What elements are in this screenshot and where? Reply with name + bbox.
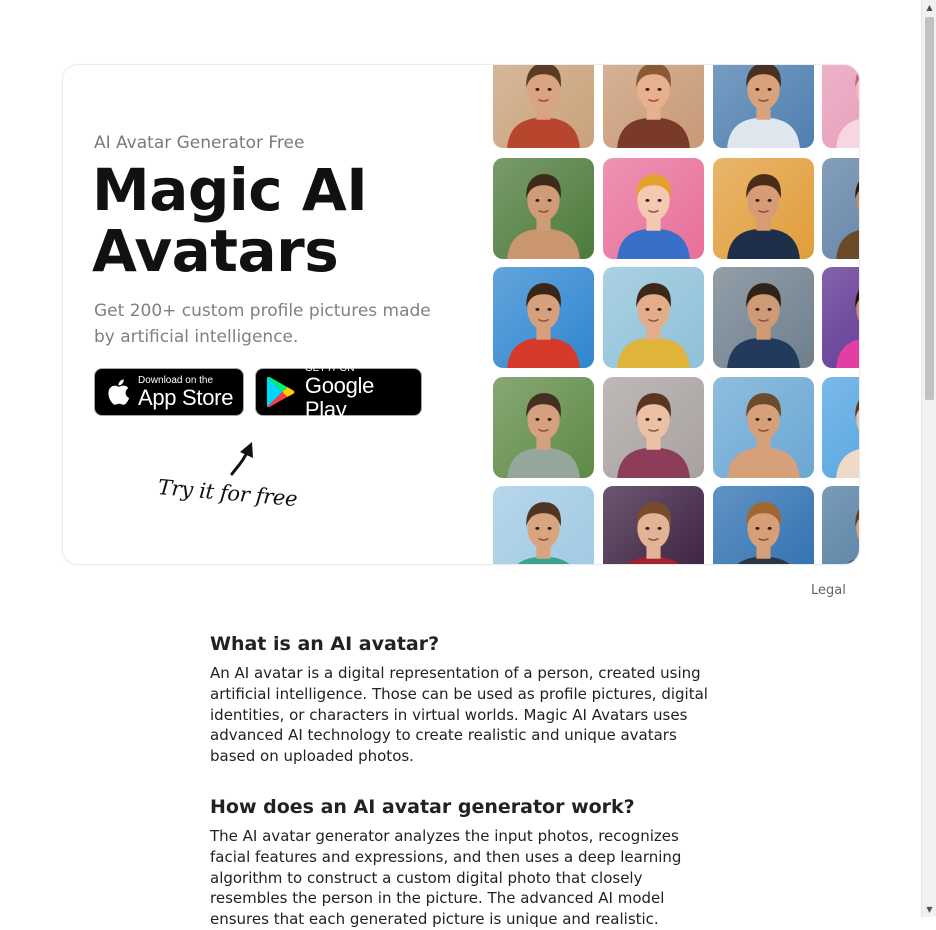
section-heading: How does an AI avatar generator work?: [210, 795, 635, 818]
section-heading: What is an AI avatar?: [210, 633, 440, 655]
avatar-image: [822, 65, 859, 148]
google-play-icon: [266, 376, 295, 408]
avatar-image: [713, 65, 814, 148]
app-store-big-label: App Store: [138, 384, 234, 410]
avatar-image: [603, 158, 704, 259]
hero-card: AI Avatar Generator Free Magic AI Avatar…: [62, 64, 860, 565]
avatar-image: [493, 267, 594, 368]
avatar-image: [493, 65, 594, 148]
scroll-down-arrow-icon[interactable]: ▼: [922, 902, 936, 917]
section-body: The AI avatar generator analyzes the inp…: [210, 826, 682, 929]
article: What is an AI avatar? An AI avatar is a …: [210, 630, 715, 930]
app-store-button[interactable]: Download on the App Store: [94, 368, 244, 416]
scroll-up-arrow-icon[interactable]: ▲: [922, 0, 936, 15]
hero-subheadline: Get 200+ custom profile pictures made by…: [94, 301, 431, 347]
avatar-image: [822, 158, 859, 259]
section-body: An AI avatar is a digital representation…: [210, 664, 708, 766]
avatar-image: [713, 486, 814, 564]
avatar-image: [713, 267, 814, 368]
scrollbar[interactable]: ▲ ▼: [921, 0, 936, 917]
avatar-image: [603, 65, 704, 148]
app-store-small-label: Download on the: [138, 374, 214, 386]
hero-eyebrow: AI Avatar Generator Free: [94, 133, 305, 153]
avatar-image: [493, 377, 594, 478]
apple-icon: [108, 379, 130, 405]
google-play-small-label: GET IT ON: [304, 362, 355, 374]
avatar-image: [822, 267, 859, 368]
avatar-gallery: [493, 65, 859, 564]
avatar-image: [822, 486, 859, 564]
avatar-image: [493, 158, 594, 259]
google-play-button[interactable]: GET IT ON Google Play: [255, 363, 422, 421]
avatar-image: [713, 158, 814, 259]
hero-headline: Magic AI Avatars: [92, 156, 368, 285]
legal-link[interactable]: Legal: [811, 583, 846, 598]
scroll-thumb[interactable]: [925, 17, 934, 400]
avatar-image: [603, 377, 704, 478]
arrow-up-icon: [230, 442, 253, 476]
google-play-big-label: Google Play: [304, 372, 375, 422]
try-it-free-label: Try it for free: [156, 475, 299, 512]
avatar-image: [603, 486, 704, 564]
avatar-image: [822, 377, 859, 478]
avatar-image: [713, 377, 814, 478]
avatar-image: [493, 486, 594, 564]
avatar-image: [603, 267, 704, 368]
